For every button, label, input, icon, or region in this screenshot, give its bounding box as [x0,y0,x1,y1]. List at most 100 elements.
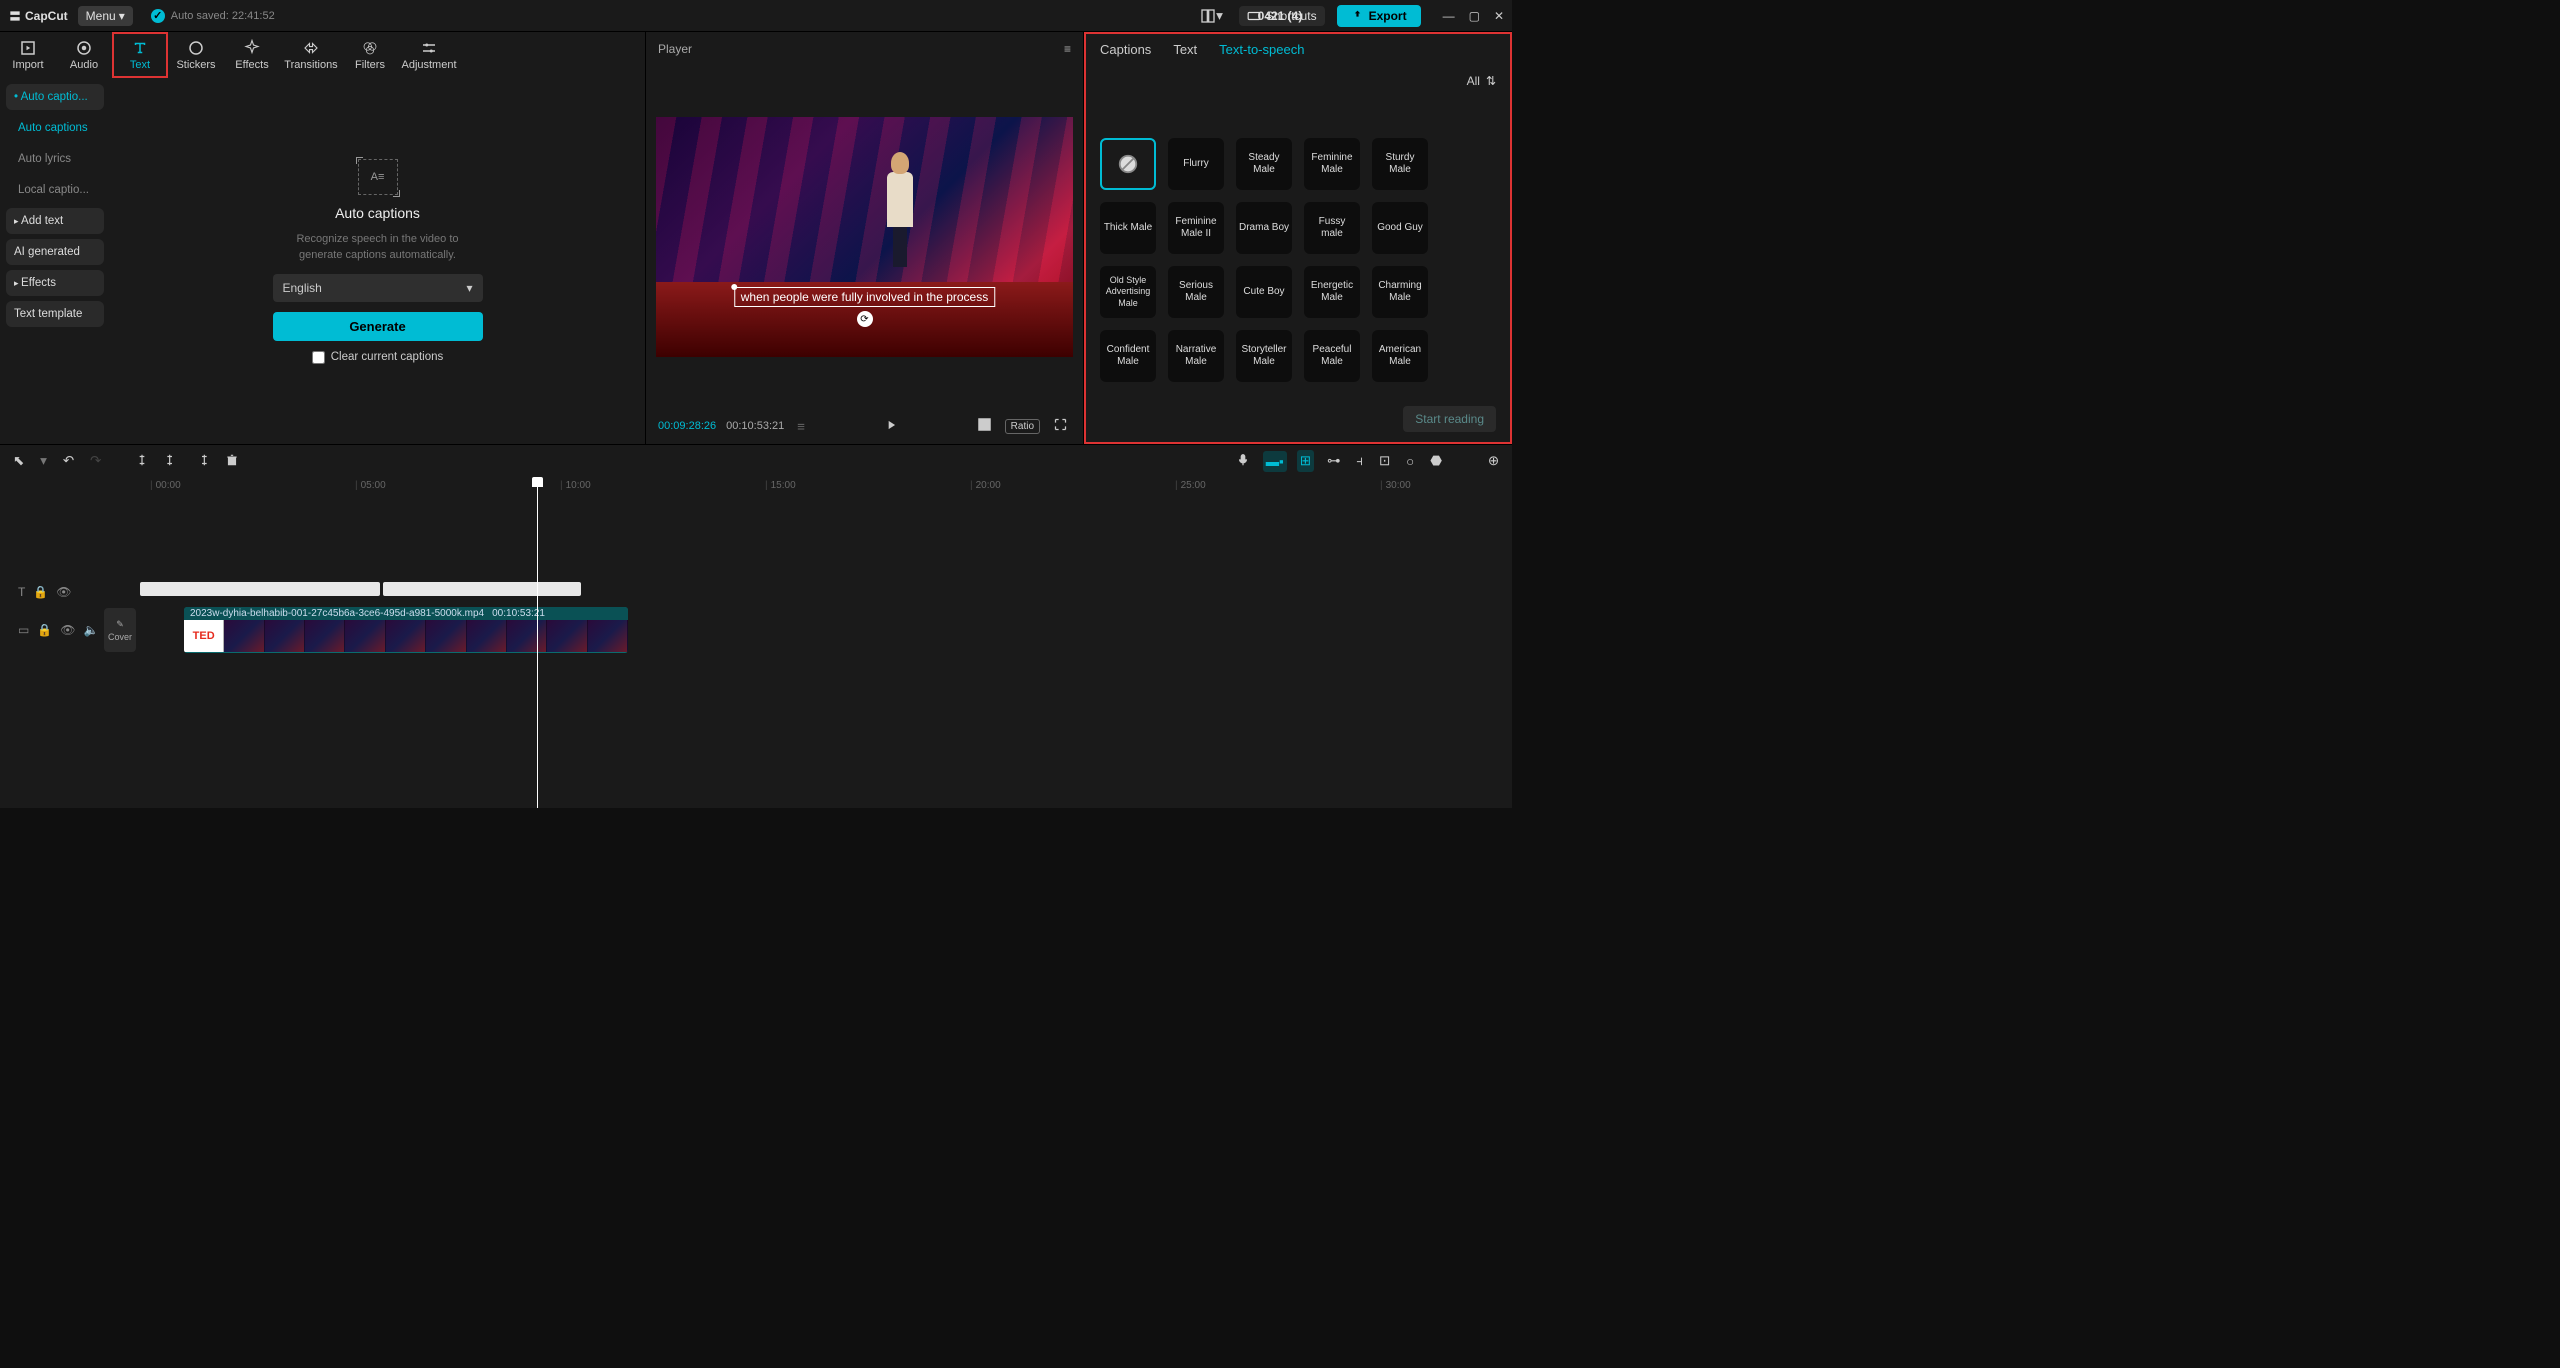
subnav-auto-captions[interactable]: Auto captions [6,115,104,141]
subnav-effects[interactable]: Effects [6,270,104,296]
subnav-ai-generated[interactable]: AI generated [6,239,104,265]
start-reading-button[interactable]: Start reading [1403,406,1496,432]
delete-icon[interactable] [222,450,242,473]
tab-audio[interactable]: Audio [56,32,112,78]
split-left-icon[interactable] [162,450,182,473]
clip-thumb [467,620,507,652]
caption-clip[interactable] [383,582,581,596]
voice-steady-male[interactable]: Steady Male [1236,138,1292,190]
language-select[interactable]: English ▾ [273,274,483,302]
split-icon[interactable] [132,450,152,473]
import-icon [19,39,37,57]
clip-thumb [345,620,385,652]
voice-drama-boy[interactable]: Drama Boy [1236,202,1292,254]
voice-cute-boy[interactable]: Cute Boy [1236,266,1292,318]
select-tool[interactable]: ⬉ [10,450,27,472]
filter-icon[interactable]: ⇅ [1486,74,1496,88]
voice-american-male[interactable]: American Male [1372,330,1428,382]
play-button[interactable] [881,415,901,438]
subnav-text-template[interactable]: Text template [6,301,104,327]
voice-old-style-advertising-male[interactable]: Old Style Advertising Male [1100,266,1156,318]
marker-icon[interactable]: ⬣ [1427,450,1445,472]
select-dropdown[interactable]: ▾ [37,450,50,472]
cover-button[interactable]: ✎ Cover [104,608,136,652]
redo-button[interactable]: ↷ [87,450,104,472]
voice-peaceful-male[interactable]: Peaceful Male [1304,330,1360,382]
tab-adjustment[interactable]: Adjustment [398,32,460,78]
tab-effects[interactable]: Effects [224,32,280,78]
export-button[interactable]: Export [1337,5,1421,27]
zoom-out-icon[interactable]: ○ [1403,451,1417,472]
voice-narrative-male[interactable]: Narrative Male [1168,330,1224,382]
link-preview-icon[interactable]: ⊞ [1297,450,1314,472]
eye-icon[interactable]: 👁 [60,623,75,637]
magnet-icon[interactable]: ▬▪ [1263,451,1287,472]
lock-icon[interactable]: 🔒 [33,585,48,599]
project-name: 0421 (4) [1258,9,1303,23]
tab-text[interactable]: Text [112,32,168,78]
filter-all[interactable]: All [1467,74,1480,88]
voice-charming-male[interactable]: Charming Male [1372,266,1428,318]
align-icon[interactable]: ⫞ [1353,450,1366,472]
subnav-local-captions[interactable]: Local captio... [6,177,104,203]
clip-thumb: TED [184,620,224,652]
video-preview[interactable]: when people were fully involved in the p… [656,117,1073,357]
voice-none[interactable] [1100,138,1156,190]
lock-icon[interactable]: 🔒 [37,623,52,637]
voice-storyteller-male[interactable]: Storyteller Male [1236,330,1292,382]
zoom-fit-timeline-icon[interactable]: ⊕ [1485,450,1502,472]
list-icon[interactable]: ≡ [794,416,808,437]
tab-transitions[interactable]: Transitions [280,32,342,78]
playhead[interactable] [537,477,538,808]
subnav-auto-captions-header[interactable]: • Auto captio... [6,84,104,110]
subnav-add-text[interactable]: Add text [6,208,104,234]
mic-icon[interactable] [1233,450,1253,473]
audio-icon [75,39,93,57]
tab-import[interactable]: Import [0,32,56,78]
subnav-auto-lyrics[interactable]: Auto lyrics [6,146,104,172]
minimize-button[interactable]: — [1443,9,1455,23]
refresh-icon[interactable]: ⟳ [857,311,873,327]
voice-serious-male[interactable]: Serious Male [1168,266,1224,318]
voice-feminine-male-ii[interactable]: Feminine Male II [1168,202,1224,254]
ratio-button[interactable]: Ratio [1005,419,1040,434]
menu-button[interactable]: Menu ▾ [78,6,133,26]
voice-thick-male[interactable]: Thick Male [1100,202,1156,254]
voice-fussy-male[interactable]: Fussy male [1304,202,1360,254]
eye-icon[interactable]: 👁 [56,585,71,599]
voice-confident-male[interactable]: Confident Male [1100,330,1156,382]
rp-tab-text[interactable]: Text [1173,42,1197,57]
caption-clip[interactable] [140,582,380,596]
voice-feminine-male[interactable]: Feminine Male [1304,138,1360,190]
voice-sturdy-male[interactable]: Sturdy Male [1372,138,1428,190]
tab-stickers[interactable]: Stickers [168,32,224,78]
voice-flurry[interactable]: Flurry [1168,138,1224,190]
none-icon [1117,153,1139,175]
auto-captions-desc: Recognize speech in the video togenerate… [296,231,458,264]
split-right-icon[interactable] [192,450,212,473]
voice-good-guy[interactable]: Good Guy [1372,202,1428,254]
clear-captions-checkbox[interactable]: Clear current captions [312,351,444,364]
clip-thumb [265,620,305,652]
link-icon[interactable]: ⊶ [1324,450,1343,472]
layout-button[interactable]: ▾ [1196,6,1227,26]
player-menu-icon[interactable]: ≡ [1064,42,1071,56]
maximize-button[interactable]: ▢ [1469,9,1480,23]
generate-button[interactable]: Generate [273,312,483,341]
crop-icon[interactable]: ⊡ [1376,450,1393,472]
video-clip[interactable]: 2023w-dyhia-belhabib-001-27c45b6a-3ce6-4… [184,607,628,653]
tab-filters[interactable]: Filters [342,32,398,78]
auto-caption-icon: A≡ [358,159,398,195]
clip-thumb [588,620,628,652]
fullscreen-icon[interactable] [1050,414,1071,438]
timeline-ruler[interactable]: 00:00 05:00 10:00 15:00 20:00 25:00 30:0… [140,477,1512,497]
voice-energetic-male[interactable]: Energetic Male [1304,266,1360,318]
close-button[interactable]: ✕ [1494,9,1504,23]
effects-icon [243,39,261,57]
caption-overlay[interactable]: when people were fully involved in the p… [734,287,995,307]
undo-button[interactable]: ↶ [60,450,77,472]
zoom-fit-icon[interactable] [974,414,995,438]
mute-icon[interactable]: 🔈 [84,623,99,637]
rp-tab-tts[interactable]: Text-to-speech [1219,42,1304,57]
rp-tab-captions[interactable]: Captions [1100,42,1151,57]
